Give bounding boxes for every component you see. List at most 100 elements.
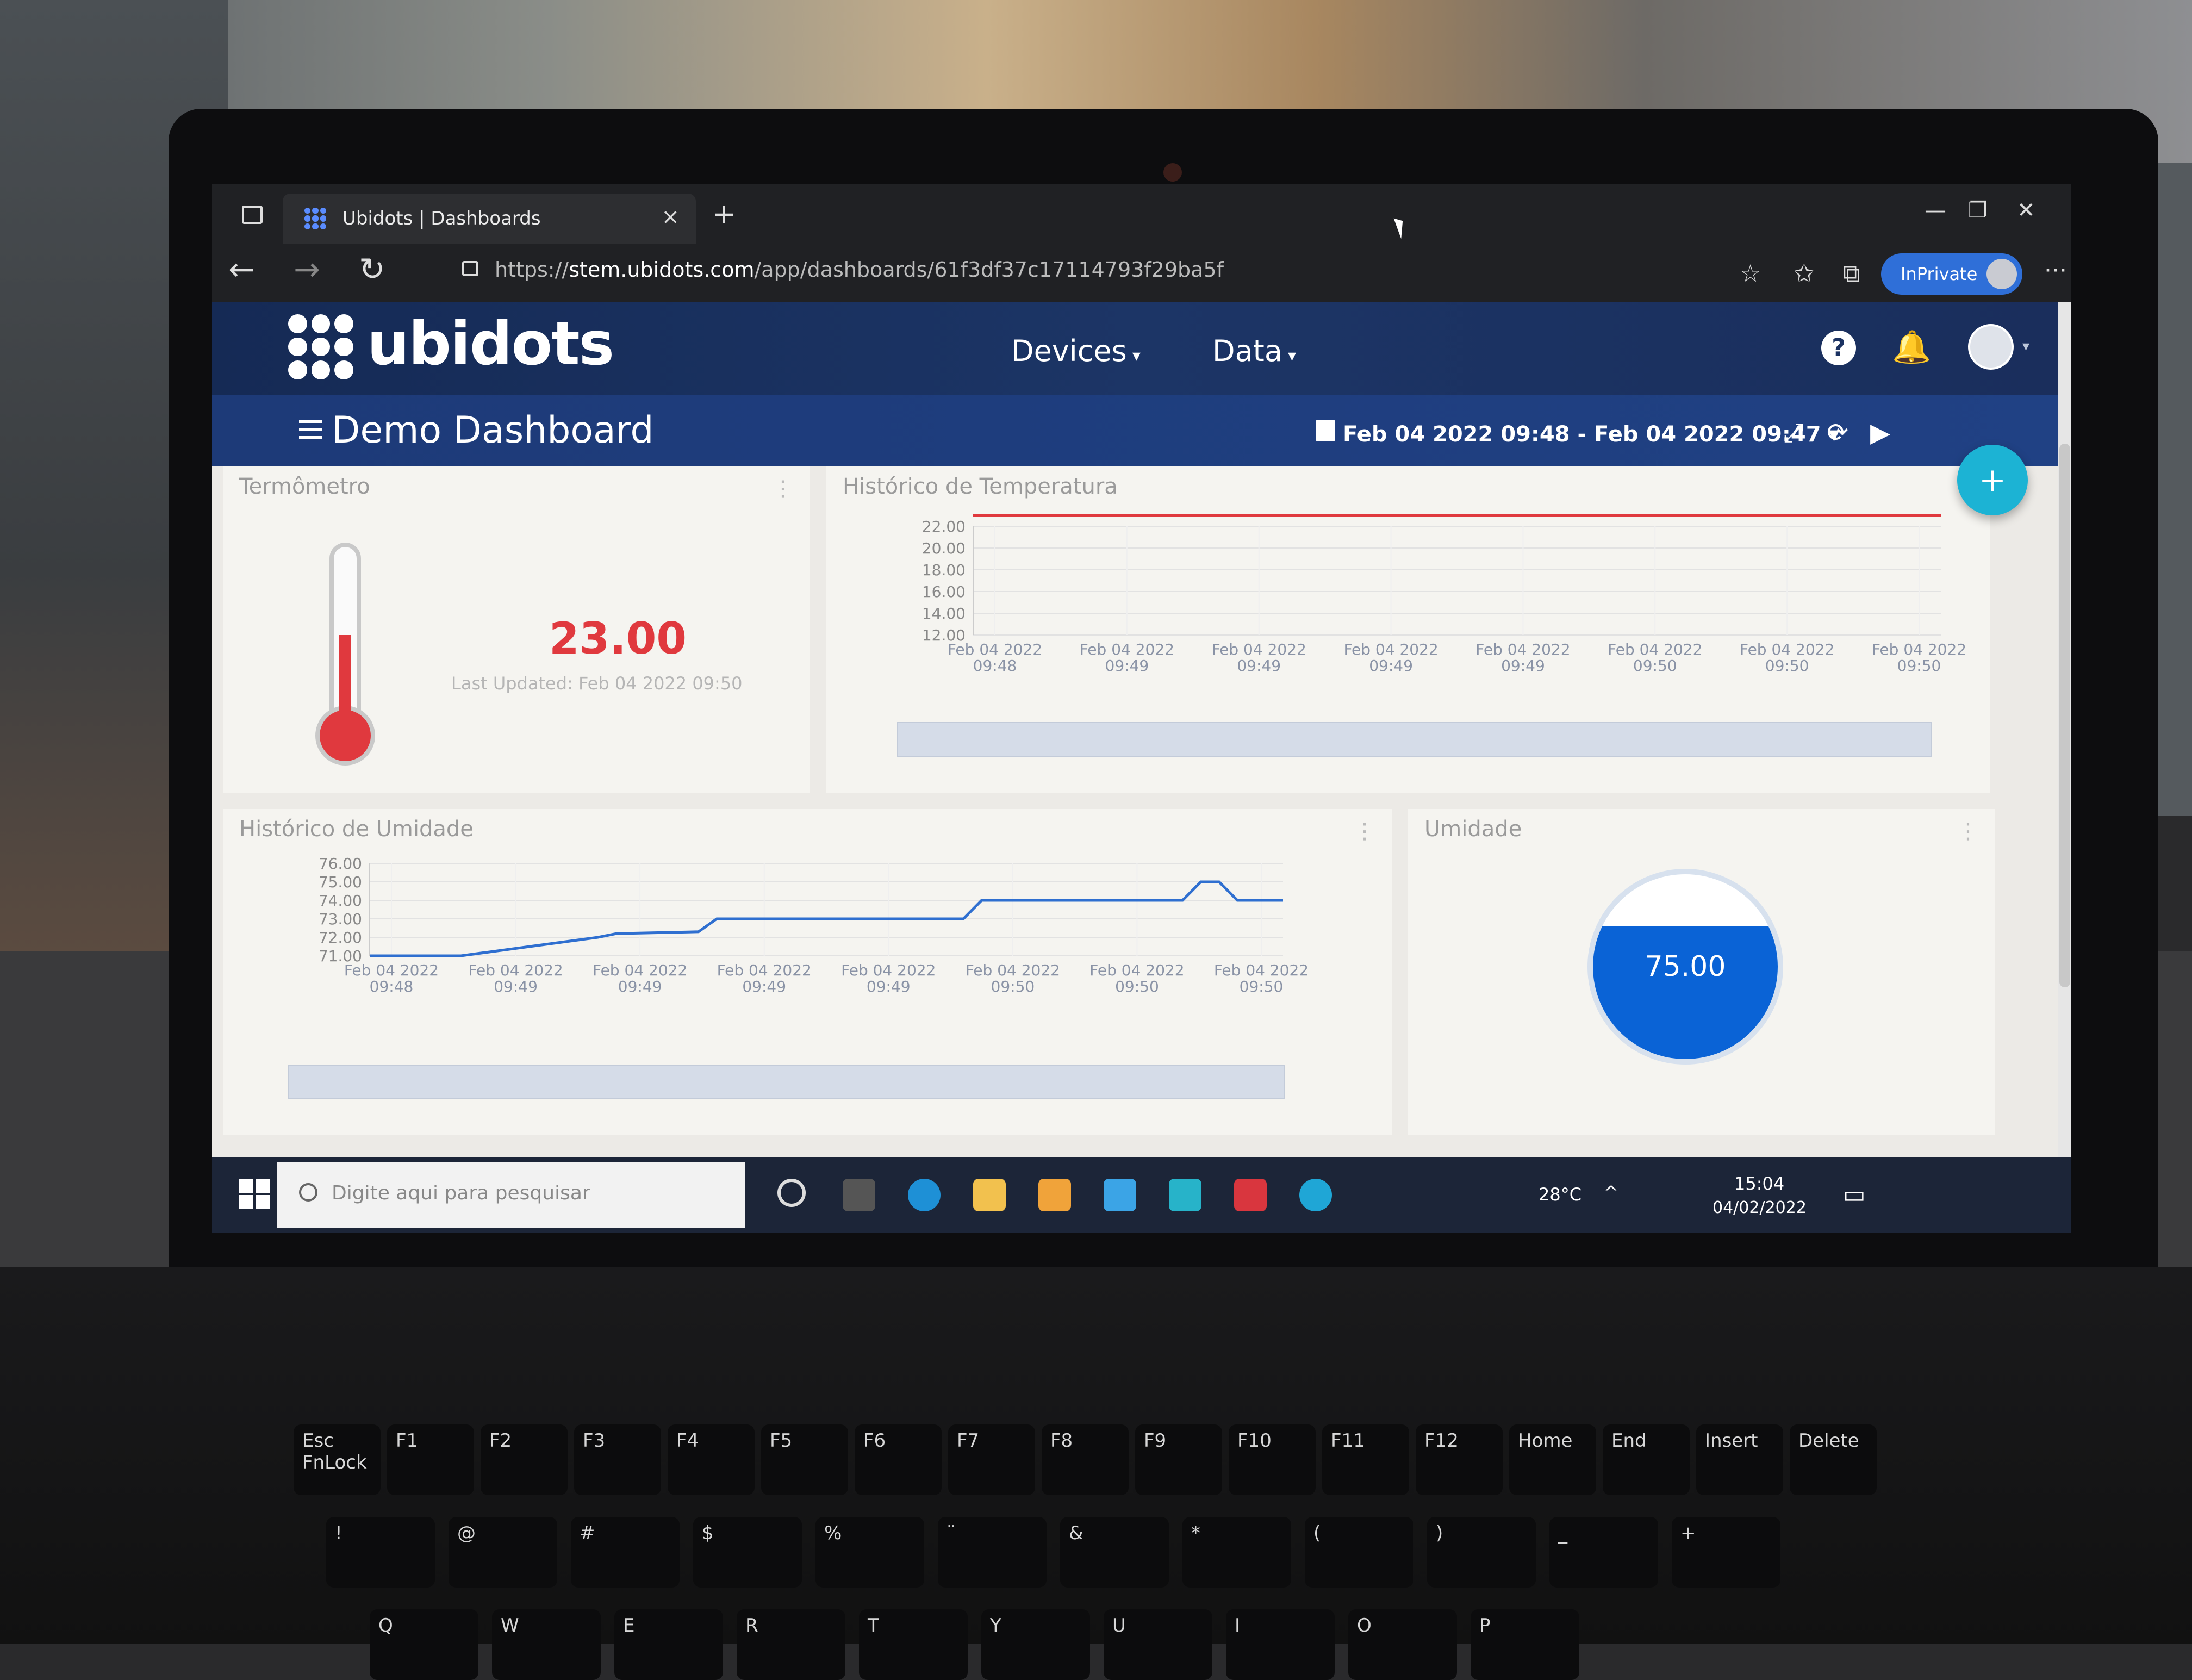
app-l-icon[interactable]: [1169, 1179, 1201, 1211]
fn-row-key[interactable]: F11: [1322, 1424, 1409, 1495]
thermometer-widget[interactable]: Termômetro ⋮ 23.00 Last Updated: Feb 04 …: [223, 466, 810, 793]
humidity-gauge-widget[interactable]: Umidade ⋮ 75.00: [1408, 809, 1995, 1135]
weather-text[interactable]: 28°C: [1539, 1184, 1581, 1205]
temperature-history-widget[interactable]: Histórico de Temperatura 22.00 20.00 18.00…: [826, 466, 1990, 793]
task-view-icon[interactable]: [843, 1179, 875, 1211]
add-favorite-icon[interactable]: ☆: [1740, 260, 1761, 288]
play-icon[interactable]: ▶: [1870, 418, 1890, 448]
expand-icon[interactable]: ⤢: [1783, 418, 1804, 449]
fn-row-key[interactable]: F2: [481, 1424, 568, 1495]
favorites-icon[interactable]: ✩: [1794, 260, 1814, 288]
mcafee-icon[interactable]: [1234, 1179, 1267, 1211]
number-row-key[interactable]: *: [1182, 1517, 1291, 1588]
fn-row-key[interactable]: F6: [855, 1424, 942, 1495]
fn-row-key[interactable]: F8: [1042, 1424, 1129, 1495]
fn-row-key[interactable]: Insert: [1696, 1424, 1783, 1495]
letter-key[interactable]: P: [1471, 1609, 1579, 1680]
widget-menu-icon[interactable]: ⋮: [1354, 819, 1375, 844]
number-row-key[interactable]: ): [1427, 1517, 1536, 1588]
humidity-history-widget[interactable]: Histórico de Umidade ⋮ 76.00 75.00 74.00 73…: [223, 809, 1392, 1135]
dashboard-title[interactable]: Demo Dashboard: [332, 409, 654, 452]
bell-icon[interactable]: 🔔: [1892, 328, 1931, 366]
range-selector[interactable]: [288, 1065, 1285, 1099]
new-tab-button[interactable]: +: [712, 200, 736, 228]
fn-row-key[interactable]: F9: [1135, 1424, 1222, 1495]
letter-key[interactable]: U: [1104, 1609, 1212, 1680]
store-icon[interactable]: [1038, 1179, 1071, 1211]
fn-row-key[interactable]: Home: [1509, 1424, 1596, 1495]
letter-key[interactable]: T: [859, 1609, 968, 1680]
taskbar-search[interactable]: Digite aqui para pesquisar: [277, 1162, 745, 1228]
page-scrollbar[interactable]: [2058, 302, 2071, 1157]
arduino-icon[interactable]: [1299, 1179, 1332, 1211]
letter-key[interactable]: E: [614, 1609, 723, 1680]
lock-icon[interactable]: [462, 261, 478, 276]
clock-time[interactable]: 15:04: [1734, 1173, 1784, 1194]
number-row-key[interactable]: ¨: [938, 1517, 1047, 1588]
add-widget-button[interactable]: +: [1957, 445, 2028, 515]
hamburger-icon[interactable]: [299, 420, 322, 439]
chevron-down-icon[interactable]: ▾: [2022, 338, 2029, 354]
fn-row-key[interactable]: Delete: [1790, 1424, 1877, 1495]
reload-icon[interactable]: ⟳: [1827, 418, 1848, 448]
refresh-button[interactable]: ↻: [359, 253, 385, 285]
clock-date[interactable]: 04/02/2022: [1712, 1198, 1807, 1217]
range-selector[interactable]: [897, 722, 1932, 757]
tab-actions-icon[interactable]: [242, 206, 263, 224]
inprivate-button[interactable]: InPrivate: [1881, 253, 2022, 295]
collections-icon[interactable]: ⧉: [1843, 260, 1860, 288]
logo-text[interactable]: ubidots: [367, 309, 614, 378]
fn-row-key[interactable]: F1: [387, 1424, 474, 1495]
fn-row-key[interactable]: F4: [668, 1424, 755, 1495]
letter-key[interactable]: Q: [370, 1609, 478, 1680]
minimize-button[interactable]: —: [1925, 198, 1946, 223]
menu-devices[interactable]: Devices ▾: [1011, 334, 1141, 368]
key-label: ¨: [946, 1522, 956, 1544]
number-row-key[interactable]: %: [815, 1517, 924, 1588]
forward-button[interactable]: →: [294, 253, 320, 285]
calendar-icon[interactable]: [1316, 420, 1335, 441]
fn-row-key[interactable]: End: [1603, 1424, 1690, 1495]
edge-icon[interactable]: [908, 1179, 941, 1211]
date-range-picker[interactable]: Feb 04 2022 09:48 - Feb 04 2022 09:47 ▾: [1343, 422, 1840, 447]
mail-icon[interactable]: [1104, 1179, 1136, 1211]
letter-key[interactable]: W: [492, 1609, 601, 1680]
fn-row-key[interactable]: F12: [1416, 1424, 1503, 1495]
number-row-key[interactable]: _: [1549, 1517, 1658, 1588]
tray-chevron-icon[interactable]: ^: [1604, 1182, 1618, 1203]
cortana-icon[interactable]: [777, 1179, 806, 1207]
scroll-thumb[interactable]: [2059, 444, 2070, 987]
fn-row-key[interactable]: F10: [1229, 1424, 1316, 1495]
number-row-key[interactable]: #: [571, 1517, 680, 1588]
number-row-key[interactable]: +: [1672, 1517, 1780, 1588]
fn-row-key[interactable]: F5: [761, 1424, 848, 1495]
number-row-key[interactable]: @: [449, 1517, 557, 1588]
ubidots-logo-icon[interactable]: [288, 314, 353, 379]
address-bar[interactable]: https://stem.ubidots.com/app/dashboards/…: [495, 258, 1224, 282]
restore-button[interactable]: ❐: [1968, 198, 1988, 223]
fn-row-key[interactable]: Esc FnLock: [294, 1424, 381, 1495]
avatar[interactable]: [1968, 324, 2014, 370]
number-row-key[interactable]: !: [326, 1517, 435, 1588]
notification-icon[interactable]: ▭: [1843, 1181, 1866, 1209]
number-row-key[interactable]: &: [1060, 1517, 1169, 1588]
fn-row-key[interactable]: F7: [948, 1424, 1035, 1495]
windows-start-icon[interactable]: [239, 1179, 270, 1209]
letter-key[interactable]: R: [737, 1609, 845, 1680]
number-row-key[interactable]: (: [1305, 1517, 1413, 1588]
letter-key[interactable]: I: [1226, 1609, 1335, 1680]
tab-close-icon[interactable]: ×: [661, 204, 680, 229]
letter-key[interactable]: Y: [981, 1609, 1090, 1680]
widget-menu-icon[interactable]: ⋮: [772, 476, 794, 501]
number-row-key[interactable]: $: [693, 1517, 802, 1588]
letter-key[interactable]: O: [1348, 1609, 1457, 1680]
help-icon[interactable]: ?: [1821, 331, 1856, 365]
widget-menu-icon[interactable]: ⋮: [1957, 819, 1979, 844]
more-menu-icon[interactable]: ···: [2044, 257, 2067, 284]
menu-data[interactable]: Data ▾: [1212, 334, 1296, 368]
browser-tab[interactable]: Ubidots | Dashboards ×: [283, 194, 696, 244]
close-window-button[interactable]: ✕: [2017, 198, 2035, 223]
fn-row-key[interactable]: F3: [574, 1424, 661, 1495]
back-button[interactable]: ←: [228, 253, 255, 285]
file-explorer-icon[interactable]: [973, 1179, 1006, 1211]
